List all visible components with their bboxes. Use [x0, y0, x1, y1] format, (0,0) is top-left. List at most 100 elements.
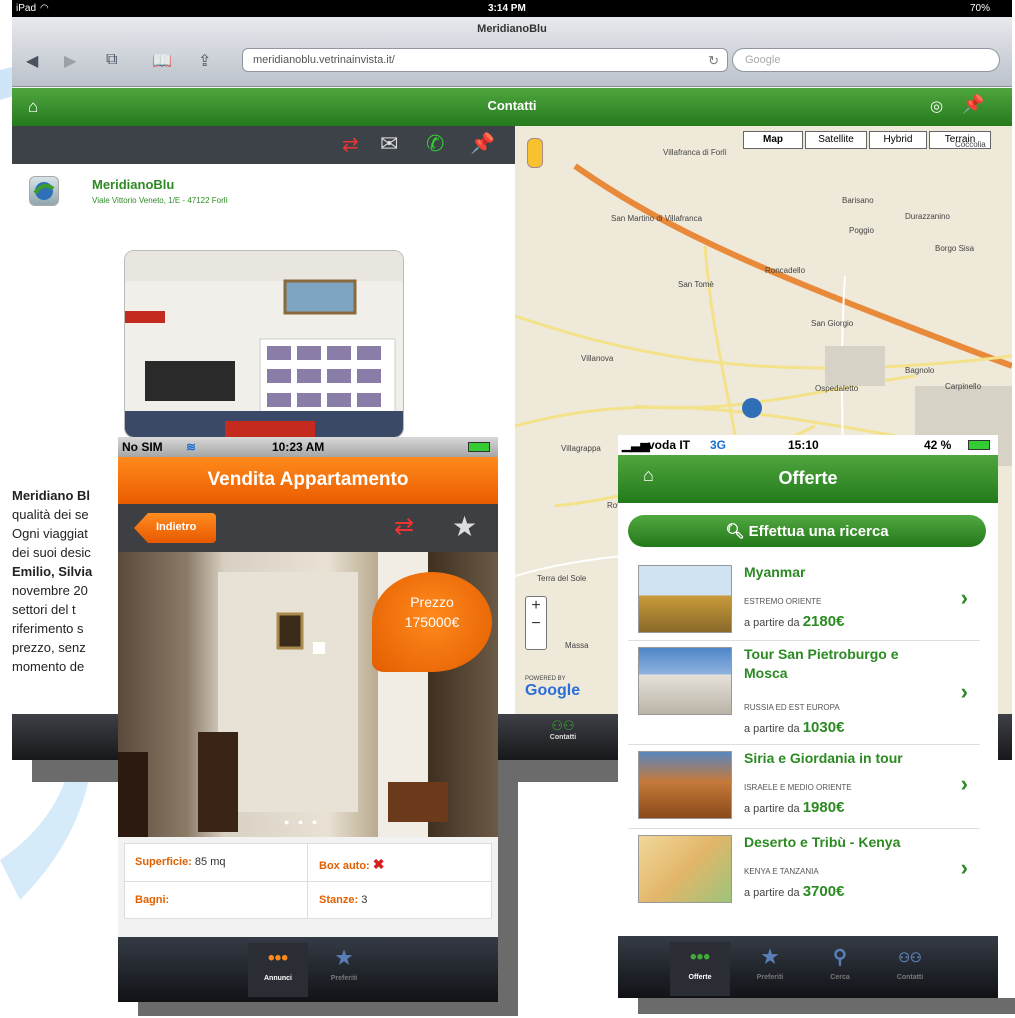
map-label: Terra del Sole: [537, 574, 587, 583]
offer-thumbnail: [638, 751, 732, 819]
tab-annunci[interactable]: ••• Annunci: [248, 943, 308, 997]
offer-item[interactable]: Myanmar ESTREMO ORIENTE a partire da 218…: [628, 559, 980, 641]
battery-icon: [468, 442, 490, 452]
ipad-clock: 3:14 PM: [488, 3, 526, 14]
home-icon[interactable]: ⌂: [643, 465, 654, 486]
offer-region: ESTREMO ORIENTE: [744, 597, 822, 606]
offer-title: Siria e Giordania in tour: [744, 750, 903, 766]
tab-contatti[interactable]: ⚇⚇ Contatti: [880, 942, 940, 996]
map-type-hybrid[interactable]: Hybrid: [869, 131, 927, 149]
safari-toolbar: MeridianoBlu ◀ ▶ ⧉ 📖 ⇪ meridianoblu.vetr…: [12, 17, 1012, 87]
offer-item[interactable]: Siria e Giordania in tour ISRAELE E MEDI…: [628, 745, 980, 829]
offer-title: Deserto e Tribù - Kenya: [744, 834, 901, 850]
search-button[interactable]: 🔍︎ Effettua una ricerca: [628, 515, 986, 547]
bookmarks-icon[interactable]: 📖: [152, 51, 172, 71]
price-badge: Prezzo 175000€: [372, 572, 492, 672]
map-label: Carpinello: [945, 382, 982, 391]
wifi-icon: ≋: [186, 440, 197, 454]
offer-item[interactable]: Deserto e Tribù - Kenya KENYA E TANZANIA…: [628, 829, 980, 913]
phone2-tab-bar: ••• Offerte ★ Preferiti ⚲ Cerca ⚇⚇ Conta…: [618, 936, 998, 998]
listing-title: Vendita Appartamento: [118, 457, 498, 504]
tab-label: Contatti: [549, 734, 577, 741]
back-button[interactable]: Indietro: [134, 513, 216, 543]
tab-cerca[interactable]: ⚲ Cerca: [810, 942, 870, 996]
offer-item[interactable]: Tour San Pietroburgo e Mosca RUSSIA ED E…: [628, 641, 980, 745]
carrier-label: voda IT: [648, 438, 691, 452]
tabs-icon[interactable]: ⧉: [106, 51, 117, 69]
map-label: Borgo Sisa: [935, 244, 975, 253]
ipad-shadow: [32, 760, 122, 782]
url-field[interactable]: meridianoblu.vetrinainvista.it/ ↻: [242, 48, 728, 72]
url-text: meridianoblu.vetrinainvista.it/: [253, 54, 395, 66]
tab-preferiti[interactable]: ★ Preferiti: [740, 942, 800, 996]
phone1-shadow: [138, 1002, 518, 1016]
people-icon: ⚇⚇: [551, 718, 575, 733]
photo-pager[interactable]: ● ● ●: [284, 817, 320, 827]
tab-label: Cerca: [830, 974, 850, 981]
map-label: Durazzanino: [905, 212, 950, 221]
phone-icon[interactable]: ✆: [426, 131, 444, 157]
gps-icon[interactable]: ◎: [930, 97, 943, 115]
offer-region: ISRAELE E MEDIO ORIENTE: [744, 783, 852, 792]
tab-preferiti[interactable]: ★ Preferiti: [314, 943, 374, 997]
reload-icon[interactable]: ↻: [708, 53, 719, 69]
header-title: Contatti: [487, 98, 537, 113]
add-favorite-icon[interactable]: ★: [452, 510, 477, 543]
map-pin-icon[interactable]: 📌: [470, 131, 495, 156]
detail-bathrooms: Bagni:: [135, 894, 170, 906]
directions-icon[interactable]: ⇄: [394, 512, 414, 541]
map-label: Villafranca di Forlì: [663, 148, 727, 157]
offer-thumbnail: [638, 835, 732, 903]
pin-icon[interactable]: 📌: [962, 94, 984, 115]
offer-price: a partire da 3700€: [744, 883, 845, 900]
forward-arrow-icon[interactable]: ▶: [64, 51, 76, 71]
map-type-satellite[interactable]: Satellite: [805, 131, 867, 149]
share-icon[interactable]: ⇪: [198, 51, 211, 71]
contact-actions-bar: ⇄ ✉ ✆ 📌: [12, 126, 515, 164]
detail-rooms: Stanze: 3: [319, 894, 368, 906]
map-label: Roncadello: [765, 266, 806, 275]
zoom-out-button[interactable]: −: [526, 615, 546, 633]
directions-icon[interactable]: ⇄: [342, 132, 359, 157]
phone2-shadow: [638, 998, 1015, 1014]
zoom-control: + −: [525, 596, 547, 650]
offer-title: Myanmar: [744, 564, 806, 580]
apartment-photo[interactable]: Prezzo 175000€ ● ● ●: [118, 552, 498, 837]
people-icon: ⚇⚇: [898, 950, 922, 965]
tab-offerte[interactable]: ••• Offerte: [670, 942, 730, 996]
google-logo: Google: [525, 682, 581, 699]
google-search-field[interactable]: Google: [732, 48, 1000, 72]
map-type-map[interactable]: Map: [743, 131, 803, 149]
offer-price: a partire da 2180€: [744, 613, 845, 630]
search-icon: ⚲: [833, 947, 847, 968]
offer-title: Tour San Pietroburgo e Mosca: [744, 646, 899, 681]
offer-price: a partire da 1980€: [744, 799, 845, 816]
map-label: Barisano: [842, 196, 874, 205]
tab-contatti[interactable]: ⚇⚇ Contatti: [542, 718, 584, 758]
search-label: Effettua una ricerca: [748, 523, 889, 540]
tab-label: Preferiti: [756, 974, 784, 981]
offers-title: Offerte: [778, 468, 838, 488]
zoom-in-button[interactable]: +: [526, 597, 546, 615]
tab-label: Preferiti: [330, 975, 358, 982]
office-photo: [124, 250, 404, 438]
back-arrow-icon[interactable]: ◀: [26, 51, 38, 71]
pegman-icon[interactable]: [527, 138, 543, 168]
signal-icon: ▁▃▅: [622, 438, 650, 452]
page-title: MeridianoBlu: [477, 23, 547, 35]
offer-region: KENYA E TANZANIA: [744, 867, 819, 876]
phone2-status-bar: ▁▃▅ voda IT 3G 15:10 42 %: [618, 435, 998, 455]
battery-icon: [968, 440, 990, 450]
dots-icon: •••: [690, 947, 710, 968]
map-label: Bagnolo: [905, 366, 935, 375]
price-value: 175000€: [404, 614, 460, 630]
mail-icon[interactable]: ✉: [380, 131, 398, 157]
phone1-status-bar: No SIM ≋ 10:23 AM: [118, 437, 498, 457]
map-label: San Martino di Villafranca: [611, 214, 703, 223]
phone1-clock: 10:23 AM: [272, 440, 325, 454]
star-icon: ★: [335, 948, 353, 969]
battery-percent: 70%: [970, 3, 991, 14]
search-placeholder: Google: [745, 54, 781, 66]
map-label: Villanova: [581, 354, 614, 363]
offer-price: a partire da 1030€: [744, 719, 845, 736]
